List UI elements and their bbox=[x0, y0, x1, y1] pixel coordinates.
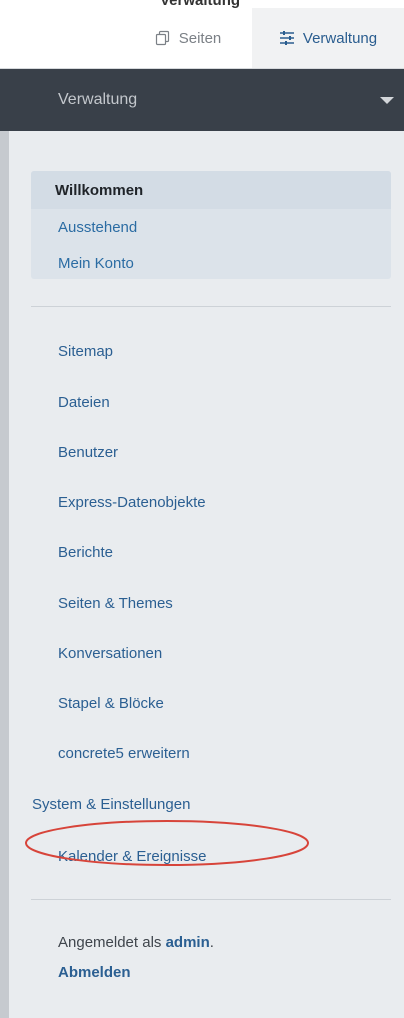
login-status-suffix: . bbox=[209, 934, 214, 951]
left-edge-strip bbox=[0, 131, 9, 1018]
pages-icon bbox=[155, 30, 171, 46]
divider bbox=[31, 306, 391, 307]
nav-item-express-datenobjekte[interactable]: Express-Datenobjekte bbox=[58, 494, 206, 511]
username[interactable]: admin bbox=[166, 934, 210, 951]
login-status-prefix: Angemeldet als bbox=[58, 934, 166, 951]
login-status: Angemeldet als admin. bbox=[58, 934, 214, 951]
highlight-circle-annotation bbox=[25, 820, 309, 866]
welcome-title: Willkommen bbox=[55, 182, 144, 199]
nav-item-dateien[interactable]: Dateien bbox=[58, 394, 110, 411]
logout-link[interactable]: Abmelden bbox=[58, 964, 131, 981]
panel-header[interactable]: Verwaltung bbox=[0, 69, 404, 131]
welcome-header[interactable]: Willkommen bbox=[31, 171, 391, 209]
tab-verwaltung-label: Verwaltung bbox=[302, 29, 378, 47]
top-tab-bar: Seiten Verwaltung bbox=[0, 8, 404, 69]
link-ausstehend[interactable]: Ausstehend bbox=[58, 219, 137, 236]
panel-header-title: Verwaltung bbox=[58, 91, 138, 108]
nav-item-stapel-bloecke[interactable]: Stapel & Blöcke bbox=[58, 695, 164, 712]
caret-down-icon[interactable] bbox=[380, 97, 394, 104]
nav-item-concrete5-erweitern[interactable]: concrete5 erweitern bbox=[58, 745, 190, 762]
nav-item-sitemap[interactable]: Sitemap bbox=[58, 343, 113, 360]
link-mein-konto[interactable]: Mein Konto bbox=[58, 255, 134, 272]
sliders-icon bbox=[279, 31, 295, 45]
nav-item-seiten-themes[interactable]: Seiten & Themes bbox=[58, 595, 173, 612]
nav-item-konversationen[interactable]: Konversationen bbox=[58, 645, 162, 662]
nav-item-system-einstellungen[interactable]: System & Einstellungen bbox=[32, 796, 190, 813]
tab-verwaltung[interactable]: Verwaltung bbox=[252, 8, 404, 68]
tab-seiten[interactable]: Seiten bbox=[124, 8, 252, 68]
nav-item-berichte[interactable]: Berichte bbox=[58, 544, 113, 561]
nav-item-benutzer[interactable]: Benutzer bbox=[58, 444, 118, 461]
tab-seiten-label: Seiten bbox=[178, 29, 222, 47]
divider bbox=[31, 899, 391, 900]
top-strip-partial-text: Verwaltung bbox=[160, 0, 240, 8]
top-strip: Verwaltung bbox=[0, 0, 404, 8]
